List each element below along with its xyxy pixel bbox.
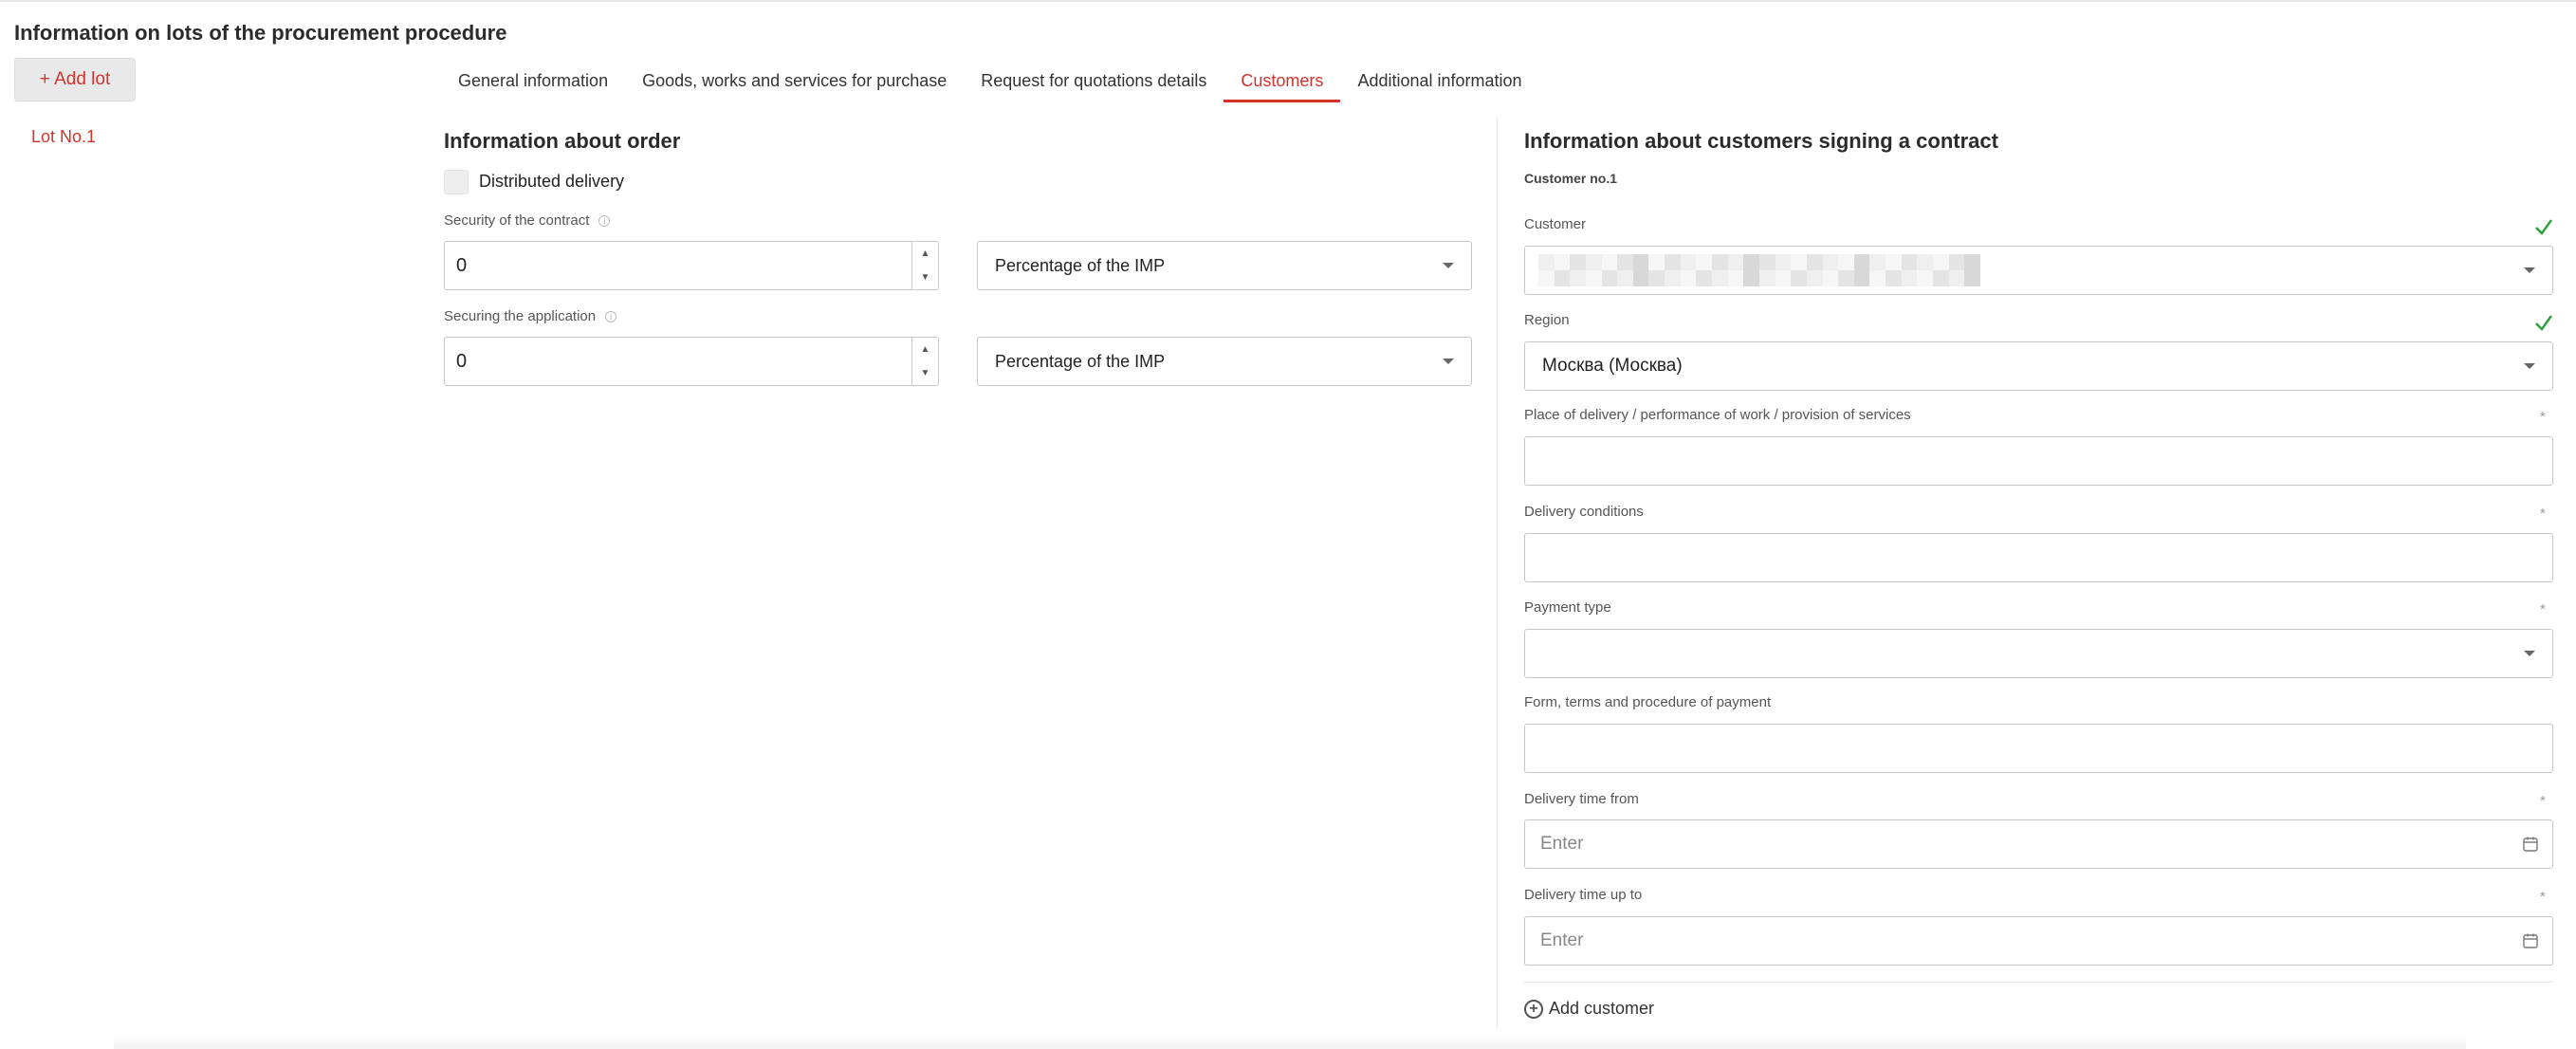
payment-form-input[interactable] — [1524, 724, 2553, 773]
payment-type-select[interactable] — [1524, 629, 2553, 678]
place-of-delivery-input[interactable] — [1524, 436, 2553, 486]
tab-customers[interactable]: Customers — [1224, 59, 1341, 102]
lot-item[interactable]: Lot No.1 — [31, 127, 96, 147]
securing-application-stepper: ▲ ▼ — [911, 338, 938, 385]
required-mark: * — [2540, 506, 2546, 522]
divider — [1524, 982, 2553, 983]
security-contract-stepper: ▲ ▼ — [911, 242, 938, 289]
tab-general-information[interactable]: General information — [441, 59, 625, 102]
valid-check-icon — [2535, 315, 2552, 331]
security-contract-input[interactable]: 0 ▲ ▼ — [444, 241, 939, 290]
delivery-time-from-label: Delivery time from — [1524, 791, 1639, 807]
customer-number-label: Customer no.1 — [1524, 171, 1618, 186]
customer-label: Customer — [1524, 216, 1587, 232]
security-contract-label: Security of the contract i — [444, 212, 611, 229]
required-mark: * — [2540, 409, 2546, 425]
tab-additional-information[interactable]: Additional information — [1340, 59, 1538, 102]
delivery-conditions-input[interactable] — [1524, 533, 2553, 582]
chevron-down-icon — [1443, 359, 1454, 364]
delivery-time-to-label: Delivery time up to — [1524, 887, 1643, 903]
securing-application-input[interactable]: 0 ▲ ▼ — [444, 337, 939, 386]
column-divider — [1497, 118, 1498, 1028]
required-mark: * — [2540, 793, 2546, 809]
info-icon[interactable]: i — [605, 310, 617, 322]
decrement-arrow-icon[interactable]: ▼ — [912, 361, 938, 385]
required-mark: * — [2540, 601, 2546, 617]
add-customer-button[interactable]: + Add customer — [1524, 999, 1654, 1019]
bottom-shadow — [114, 1036, 2466, 1049]
region-value: Москва (Москва) — [1542, 356, 1683, 376]
calendar-icon[interactable] — [2522, 836, 2539, 853]
securing-application-value: 0 — [456, 350, 468, 372]
payment-type-label: Payment type — [1524, 599, 1611, 616]
securing-application-unit-value: Percentage of the IMP — [995, 351, 1166, 371]
delivery-conditions-label: Delivery conditions — [1524, 504, 1644, 520]
distributed-delivery-checkbox[interactable] — [444, 170, 469, 194]
security-contract-value: 0 — [456, 254, 468, 276]
place-of-delivery-label: Place of delivery / performance of work … — [1524, 407, 1911, 423]
info-icon[interactable]: i — [598, 214, 611, 227]
page-title: Information on lots of the procurement p… — [14, 21, 507, 45]
top-border — [0, 0, 2576, 2]
delivery-time-to-placeholder: Enter — [1540, 930, 1584, 950]
customers-section-title: Information about customers signing a co… — [1524, 129, 1998, 153]
security-contract-unit-select[interactable]: Percentage of the IMP — [977, 241, 1472, 290]
chevron-down-icon — [2524, 363, 2535, 369]
security-contract-unit-value: Percentage of the IMP — [995, 255, 1166, 275]
tab-bar: General information Goods, works and ser… — [441, 59, 1539, 102]
payment-form-label: Form, terms and procedure of payment — [1524, 694, 1772, 710]
securing-application-unit-select[interactable]: Percentage of the IMP — [977, 337, 1472, 386]
delivery-time-to-input[interactable]: Enter — [1524, 916, 2553, 966]
customer-select[interactable] — [1524, 246, 2553, 295]
decrement-arrow-icon[interactable]: ▼ — [912, 266, 938, 289]
calendar-icon[interactable] — [2522, 932, 2539, 949]
chevron-down-icon — [2524, 267, 2535, 273]
add-customer-label: Add customer — [1549, 999, 1655, 1018]
delivery-time-from-placeholder: Enter — [1540, 834, 1584, 854]
securing-application-label-text: Securing the application — [444, 308, 597, 324]
securing-application-label: Securing the application i — [444, 308, 617, 324]
redacted-customer-name — [1538, 254, 1980, 286]
required-mark: * — [2540, 889, 2546, 905]
tab-request-for-quotations[interactable]: Request for quotations details — [964, 59, 1224, 102]
add-lot-button[interactable]: + Add lot — [14, 58, 136, 101]
distributed-delivery-label: Distributed delivery — [479, 172, 625, 191]
valid-check-icon — [2535, 219, 2552, 235]
plus-circle-icon: + — [1524, 999, 1543, 1019]
chevron-down-icon — [2524, 651, 2535, 656]
delivery-time-from-input[interactable]: Enter — [1524, 819, 2553, 869]
tab-goods-works-services[interactable]: Goods, works and services for purchase — [625, 59, 964, 102]
order-section-title: Information about order — [444, 129, 681, 153]
chevron-down-icon — [1443, 263, 1454, 268]
region-label: Region — [1524, 312, 1570, 328]
security-contract-label-text: Security of the contract — [444, 212, 590, 229]
region-select[interactable]: Москва (Москва) — [1524, 341, 2553, 391]
increment-arrow-icon[interactable]: ▲ — [912, 338, 938, 361]
increment-arrow-icon[interactable]: ▲ — [912, 242, 938, 266]
